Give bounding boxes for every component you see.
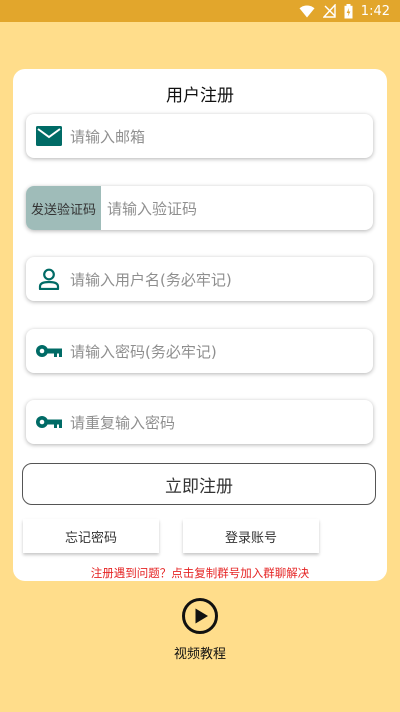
register-card: 用户注册 请输入邮箱 发送验证码 请输入验证码 请输入用户名(务必牢记) 请输入…	[13, 69, 387, 581]
username-placeholder: 请输入用户名(务必牢记)	[70, 270, 232, 289]
wifi-icon	[299, 5, 315, 18]
username-field[interactable]: 请输入用户名(务必牢记)	[26, 257, 373, 301]
login-button[interactable]: 登录账号	[183, 519, 319, 553]
help-link[interactable]: 注册遇到问题？点击复制群号加入群聊解决	[13, 565, 387, 581]
register-button[interactable]: 立即注册	[22, 463, 376, 505]
key-icon	[30, 343, 68, 359]
verification-code-field[interactable]: 发送验证码 请输入验证码	[26, 186, 373, 230]
key-icon	[30, 414, 68, 430]
video-tutorial-label: 视频教程	[173, 647, 226, 662]
forgot-password-button[interactable]: 忘记密码	[23, 519, 159, 553]
email-field[interactable]: 请输入邮箱	[26, 114, 373, 158]
battery-icon	[344, 3, 353, 19]
password-placeholder: 请输入密码(务必牢记)	[70, 342, 217, 361]
no-signal-icon	[322, 4, 336, 18]
send-code-button[interactable]: 发送验证码	[26, 186, 101, 230]
email-placeholder: 请输入邮箱	[70, 127, 146, 146]
code-placeholder: 请输入验证码	[107, 199, 198, 218]
password-field[interactable]: 请输入密码(务必牢记)	[26, 329, 373, 373]
clock-time: 1:42	[360, 3, 390, 19]
video-tutorial-button[interactable]: 视频教程	[160, 597, 240, 662]
page-title: 用户注册	[166, 86, 234, 106]
play-icon	[181, 597, 219, 639]
confirm-password-placeholder: 请重复输入密码	[70, 413, 176, 432]
confirm-password-field[interactable]: 请重复输入密码	[26, 400, 373, 444]
mail-icon	[30, 126, 68, 146]
user-icon	[30, 268, 68, 290]
status-bar: 1:42	[0, 0, 400, 22]
